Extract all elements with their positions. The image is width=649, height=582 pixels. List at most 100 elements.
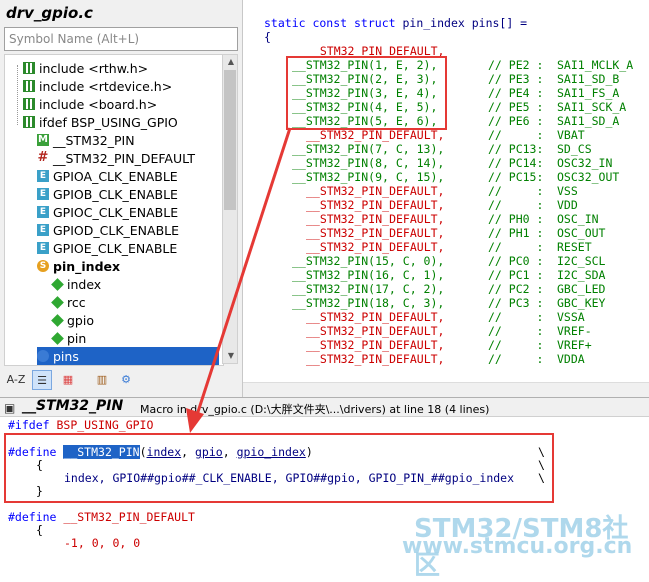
code-pin-comment: // PE4 : xyxy=(488,86,544,100)
highlight-pin-rows xyxy=(286,56,447,130)
code-pin-entry: __STM32_PIN(9, C, 15), xyxy=(292,170,445,184)
define2-values: -1, 0, 0, 0 xyxy=(64,536,141,550)
tree-item-gpioc-clk-enable[interactable]: E GPIOC_CLK_ENABLE xyxy=(37,203,178,221)
ifdef-keyword: #ifdef xyxy=(8,418,50,432)
code-pin-comment: // PE3 : xyxy=(488,72,544,86)
symbol-tree: include <rthw.h> include <rtdevice.h> incl… xyxy=(4,54,224,366)
category-view-button[interactable]: ▦ xyxy=(58,370,78,390)
code-pin-function: OSC32_OUT xyxy=(557,170,620,184)
pin-icon[interactable]: ▣ xyxy=(4,401,15,415)
define2-open-brace: { xyxy=(36,523,43,537)
tree-item-label: rcc xyxy=(67,294,86,310)
code-pin-entry: __STM32_PIN_DEFAULT, xyxy=(306,338,445,352)
tree-item-label: ifdef BSP_USING_GPIO xyxy=(39,114,178,130)
sort-az-button[interactable]: A-Z xyxy=(6,370,26,390)
tree-item-label: pins xyxy=(53,348,79,364)
code-pin-comment: // : xyxy=(488,198,544,212)
include-icon xyxy=(23,62,35,74)
define2-name: __STM32_PIN_DEFAULT xyxy=(63,510,195,524)
tree-item-index[interactable]: index xyxy=(51,275,101,293)
code-pin-comment: // PH1 : xyxy=(488,226,544,240)
tree-item-label: include <rthw.h> xyxy=(39,60,149,76)
code-pin-function: RESET xyxy=(557,240,592,254)
scroll-down-icon[interactable]: ▼ xyxy=(223,349,239,363)
list-view-button[interactable]: ☰ xyxy=(32,370,52,390)
code-pin-function: OSC_IN xyxy=(557,212,599,226)
tree-item-pins[interactable]: pins xyxy=(37,347,219,365)
field-icon xyxy=(51,331,64,345)
code-header-line: static const struct pin_index pins[] = xyxy=(264,16,527,30)
book-button[interactable]: ▥ xyxy=(92,370,112,390)
code-pin-function: SAI1_SCK_A xyxy=(557,100,627,114)
tree-scrollbar-thumb[interactable] xyxy=(224,70,236,210)
code-pin-comment: // PC1 : xyxy=(488,268,544,282)
tree-item-rcc[interactable]: rcc xyxy=(51,293,86,311)
symbol-search-input[interactable] xyxy=(4,27,238,51)
highlight-definition xyxy=(4,433,554,503)
variable-icon xyxy=(37,350,49,362)
code-pin-comment: // : xyxy=(488,338,544,352)
tree-item-gpio[interactable]: gpio xyxy=(51,311,94,329)
symbol-toolbar: A-Z ☰ ▦ ▥ ⚙ xyxy=(4,368,238,394)
code-pin-comment: // PC3 : xyxy=(488,296,544,310)
code-pin-function: I2C_SDA xyxy=(557,268,606,282)
panel-title: drv_gpio.c xyxy=(6,4,93,22)
code-keyword: static const struct xyxy=(264,16,396,30)
code-pin-function: SAI1_FS_A xyxy=(557,86,620,100)
define-icon: # xyxy=(37,150,49,165)
code-pin-function: VDD xyxy=(557,198,578,212)
info-description: Macro in drv_gpio.c (D:\大胖文件夹\...\driver… xyxy=(140,403,490,416)
book-icon: ▥ xyxy=(96,373,108,386)
code-pin-comment: // : xyxy=(488,352,544,366)
code-pin-comment: // PE6 : xyxy=(488,114,544,128)
grid-icon: ▦ xyxy=(62,373,74,386)
field-icon xyxy=(51,295,64,309)
tree-item-label: include <board.h> xyxy=(39,96,158,112)
code-horizontal-scrollbar[interactable] xyxy=(243,382,649,397)
tree-item-pin-index[interactable]: Spin_index xyxy=(37,257,120,275)
enum-icon: E xyxy=(37,188,49,200)
code-pin-entry: __STM32_PIN_DEFAULT, xyxy=(306,240,445,254)
code-pin-entry: __STM32_PIN_DEFAULT, xyxy=(306,324,445,338)
code-pin-function: VREF+ xyxy=(557,338,592,352)
scroll-up-icon[interactable]: ▲ xyxy=(223,55,239,69)
enum-icon: E xyxy=(37,170,49,182)
code-pin-entry: __STM32_PIN(18, C, 3), xyxy=(292,296,445,310)
list-icon: ☰ xyxy=(37,374,47,387)
code-pin-comment: // PE2 : xyxy=(488,58,544,72)
tree-item-ifdef-bsp-using-gpio[interactable]: ifdef BSP_USING_GPIO xyxy=(23,113,178,131)
macro-icon: M xyxy=(37,134,49,146)
tree-item-label: index xyxy=(67,276,102,292)
tree-item-gpioa-clk-enable[interactable]: E GPIOA_CLK_ENABLE xyxy=(37,167,178,185)
code-pin-function: GBC_KEY xyxy=(557,296,606,310)
code-pin-comment: // : xyxy=(488,310,544,324)
enum-icon: E xyxy=(37,224,49,236)
code-pin-entry: __STM32_PIN(7, C, 13), xyxy=(292,142,445,156)
settings-button[interactable]: ⚙ xyxy=(116,370,136,390)
code-pin-comment: // PE5 : xyxy=(488,100,544,114)
tree-item-pin[interactable]: pin xyxy=(51,329,86,347)
code-pin-function: SAI1_SD_A xyxy=(557,114,620,128)
code-pin-function: VDDA xyxy=(557,352,585,366)
tree-item-label: include <rtdevice.h> xyxy=(39,78,173,94)
tree-item-include-rtdevice-h[interactable]: include <rtdevice.h> xyxy=(23,77,172,95)
code-pin-function: SD_CS xyxy=(557,142,592,156)
gear-icon: ⚙ xyxy=(121,373,131,386)
tree-item-label: GPIOB_CLK_ENABLE xyxy=(53,186,178,202)
tree-item-label: pin xyxy=(67,330,87,346)
code-pin-entry: __STM32_PIN_DEFAULT, xyxy=(306,128,445,142)
tree-item-gpiob-clk-enable[interactable]: E GPIOB_CLK_ENABLE xyxy=(37,185,178,203)
tree-item-label: GPIOC_CLK_ENABLE xyxy=(53,204,179,220)
enum-icon: E xyxy=(37,242,49,254)
tree-item-include-board-h[interactable]: include <board.h> xyxy=(23,95,157,113)
code-pin-comment: // PC15: xyxy=(488,170,544,184)
tree-item-label: gpio xyxy=(67,312,94,328)
tree-item-gpiod-clk-enable[interactable]: E GPIOD_CLK_ENABLE xyxy=(37,221,179,239)
tree-item-gpioe-clk-enable[interactable]: E GPIOE_CLK_ENABLE xyxy=(37,239,177,257)
tree-item-stm32-pin-default[interactable]: # __STM32_PIN_DEFAULT xyxy=(37,149,195,167)
code-pin-entry: __STM32_PIN(8, C, 14), xyxy=(292,156,445,170)
struct-icon: S xyxy=(37,260,49,272)
tree-item-include-rthw-h[interactable]: include <rthw.h> xyxy=(23,59,148,77)
code-pin-comment: // PC14: xyxy=(488,156,544,170)
tree-item-stm32-pin[interactable]: M __STM32_PIN xyxy=(37,131,135,149)
